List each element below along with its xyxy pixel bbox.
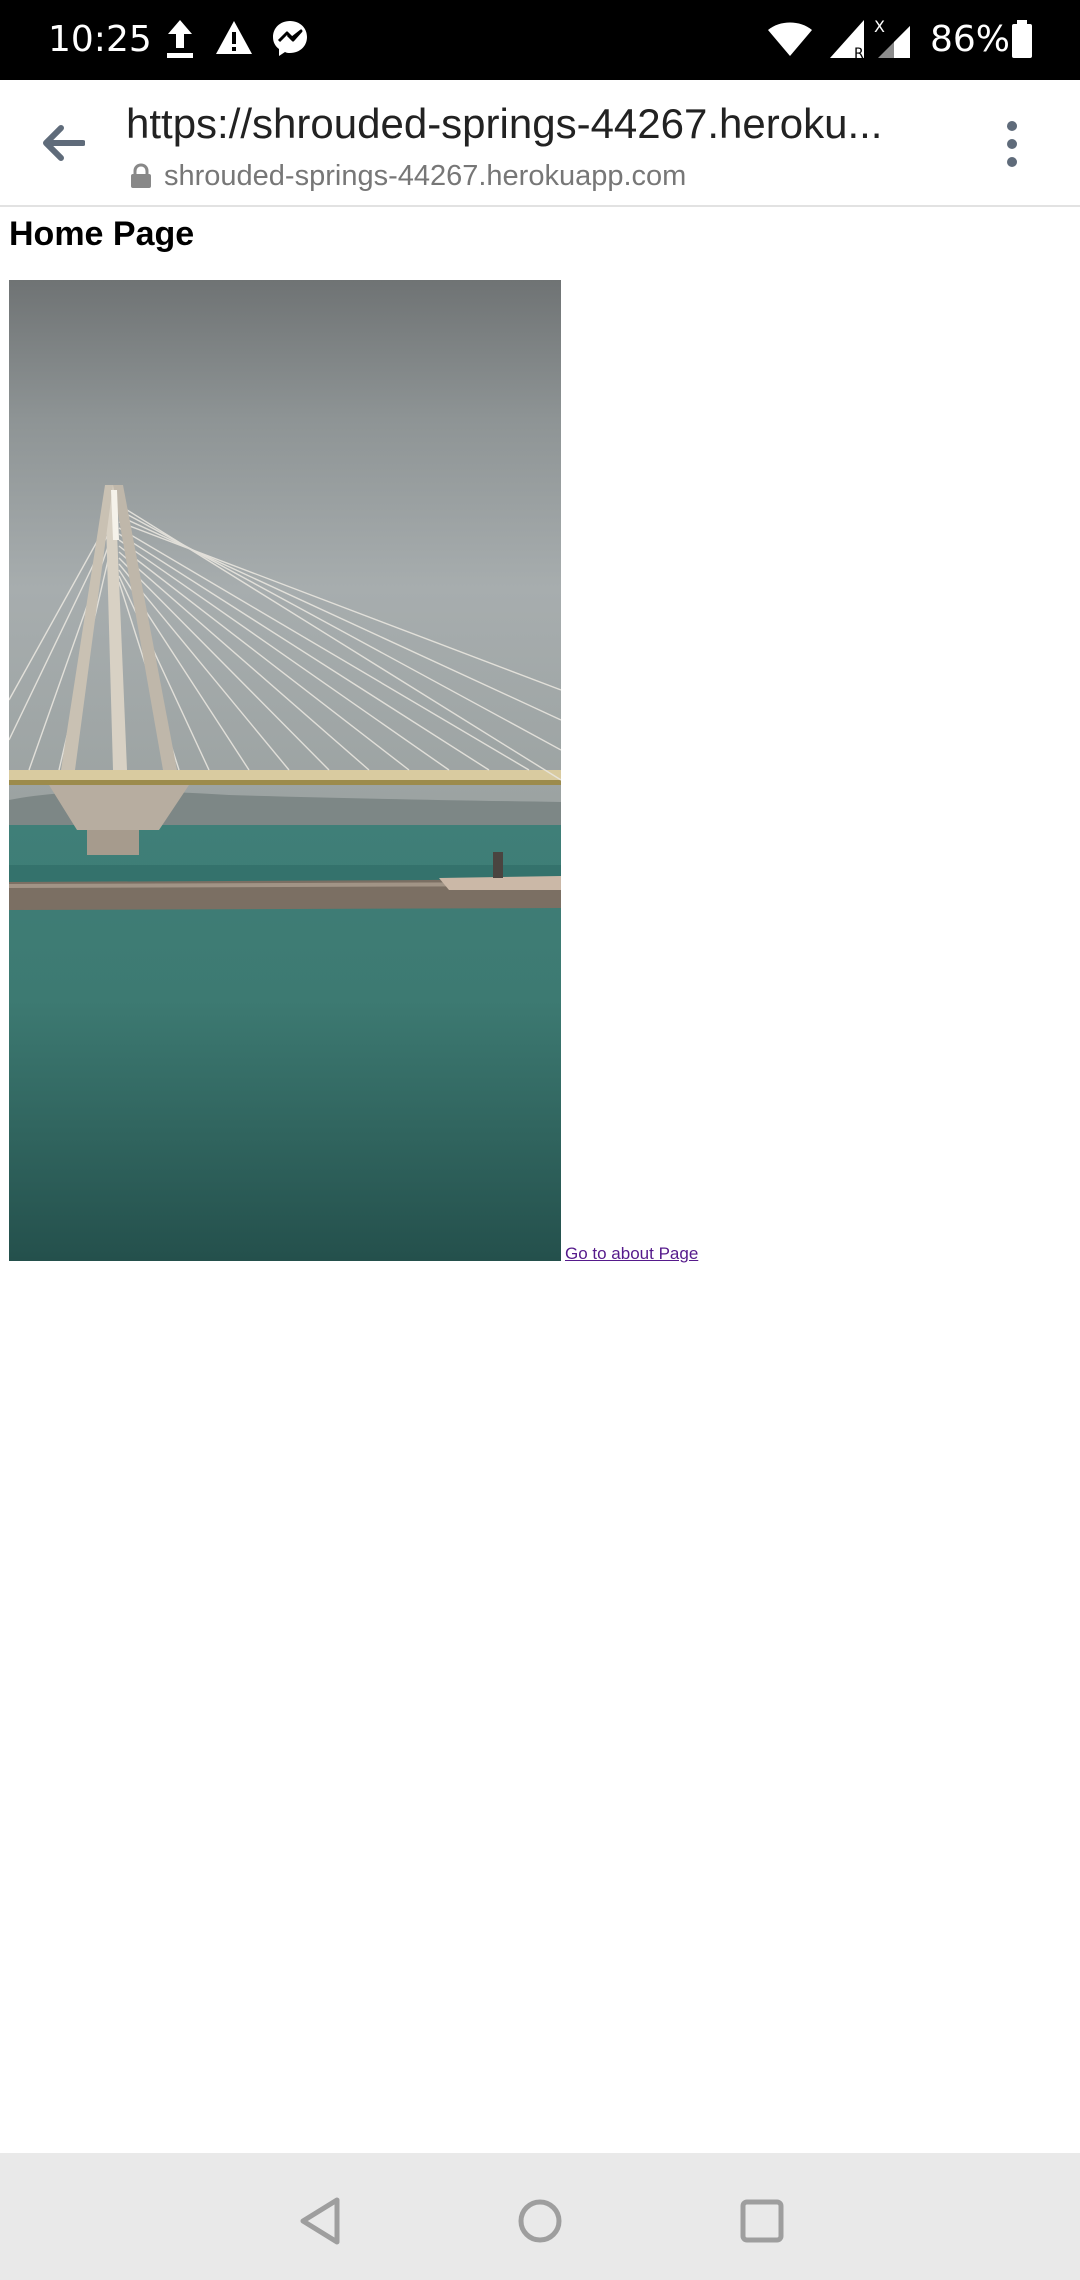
system-nav-bar xyxy=(0,2153,1080,2280)
signal-r-icon: R xyxy=(830,20,864,60)
lock-icon xyxy=(131,163,151,188)
warning-icon xyxy=(216,21,252,54)
arrow-left-icon xyxy=(43,125,85,161)
status-bar: 10:25 R X 86% xyxy=(0,0,1080,80)
page-title: Home Page xyxy=(9,215,195,253)
battery-icon xyxy=(1012,20,1032,58)
wifi-icon xyxy=(768,22,812,56)
signal-x-label: X xyxy=(874,18,885,36)
nav-home-button[interactable] xyxy=(500,2181,580,2261)
nav-recents-button[interactable] xyxy=(722,2181,802,2261)
nav-back-button[interactable] xyxy=(280,2181,360,2261)
signal-x-icon: X xyxy=(874,18,910,58)
recents-square-icon xyxy=(740,2199,784,2243)
battery-percent: 86% xyxy=(930,19,1011,60)
status-time: 10:25 xyxy=(48,19,152,60)
back-button[interactable] xyxy=(30,110,96,176)
upload-icon xyxy=(167,20,193,58)
home-circle-icon xyxy=(518,2199,562,2243)
url-domain[interactable]: shrouded-springs-44267.herokuapp.com xyxy=(130,156,686,196)
url-title[interactable]: https://shrouded-springs-44267.heroku... xyxy=(126,98,896,150)
domain-text: shrouded-springs-44267.herokuapp.com xyxy=(164,159,687,192)
signal-r-label: R xyxy=(854,46,864,60)
more-vert-icon xyxy=(1007,121,1017,167)
messenger-icon xyxy=(273,21,307,56)
back-triangle-icon xyxy=(300,2197,340,2245)
about-page-link[interactable]: Go to about Page xyxy=(565,1243,698,1265)
browser-toolbar: https://shrouded-springs-44267.heroku...… xyxy=(0,80,1080,207)
hero-image xyxy=(9,280,561,1261)
menu-button[interactable] xyxy=(990,112,1034,176)
